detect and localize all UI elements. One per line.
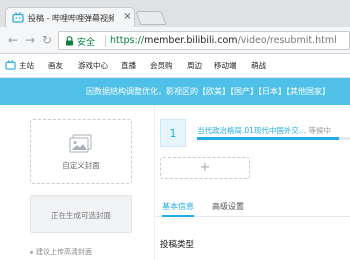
- site-nav: 主站 画友 游戏中心 直播 会员购 周边 移动端 萌战: [0, 54, 350, 78]
- upload-progress-bar: [197, 137, 350, 140]
- bilibili-home-icon[interactable]: [5, 60, 16, 70]
- submission-type-heading: 投稿类型: [160, 240, 195, 250]
- url-host: member.bilibili.com: [144, 35, 238, 46]
- nav-item-game-center[interactable]: 游戏中心: [78, 60, 108, 71]
- secure-label: 安全: [77, 38, 96, 48]
- reload-icon[interactable]: ↻: [40, 33, 54, 47]
- url-text: https://member.bilibili.com/video/resubm…: [110, 35, 337, 46]
- add-part-button[interactable]: +: [160, 157, 250, 179]
- generated-covers-box: 正在生成可选封面: [30, 195, 132, 233]
- address-divider: [105, 35, 106, 47]
- tab-close-icon[interactable]: ×: [122, 11, 133, 22]
- custom-cover-label: 自定义封面: [62, 161, 100, 170]
- cover-tip-text: 建议上传高清封面: [36, 248, 92, 256]
- url-path: /video/resubmit.html: [237, 35, 337, 46]
- nav-item-moe-battle[interactable]: 萌战: [251, 60, 266, 71]
- browser-toolbar: ← → ↻ 安全 https://member.bilibili.com/vid…: [0, 27, 350, 54]
- form-tabs: 基本信息 高级设置: [155, 197, 350, 217]
- lock-icon: [66, 36, 73, 46]
- upload-page: 自定义封面 正在生成可选封面 建议上传高清封面 1 当代政治格局.01现代中国外…: [0, 105, 350, 260]
- nav-item-main-site[interactable]: 主站: [19, 60, 34, 71]
- active-tab-indicator: [162, 215, 194, 217]
- part-info: 当代政治格局.01现代中国外交... 等候中: [197, 125, 331, 136]
- bullet-icon: [30, 250, 33, 254]
- generating-covers-label: 正在生成可选封面: [51, 211, 111, 220]
- url-protocol: https://: [110, 35, 145, 46]
- tab-advanced-settings[interactable]: 高级设置: [212, 201, 244, 212]
- image-upload-icon: [69, 134, 92, 153]
- part-status: 等候中: [308, 126, 331, 135]
- bilibili-tv-icon: [12, 12, 24, 23]
- cover-panel: 自定义封面 正在生成可选封面 建议上传高清封面: [0, 105, 154, 260]
- plus-icon: +: [199, 160, 211, 175]
- browser-tab-strip: 投稿 - 哔哩哔哩弹幕视频网 ×: [0, 0, 350, 28]
- part-number: 1: [169, 127, 177, 140]
- part-number-badge: 1: [160, 119, 186, 147]
- new-tab-button[interactable]: [135, 11, 167, 25]
- tab-basic-info[interactable]: 基本信息: [162, 201, 194, 212]
- part-name[interactable]: 当代政治格局.01现代中国外交...: [197, 126, 306, 135]
- notice-banner: 因数据结构调整优化，影视区的【欧美】【国产】【日本】【其他国家】: [0, 78, 350, 105]
- upload-progress-fill: [197, 137, 339, 140]
- nav-item-member-shop[interactable]: 会员购: [150, 60, 173, 71]
- nav-item-artists[interactable]: 画友: [48, 60, 63, 71]
- forward-arrow-icon[interactable]: →: [23, 33, 37, 47]
- back-arrow-icon[interactable]: ←: [6, 33, 20, 47]
- nav-item-merch[interactable]: 周边: [187, 60, 202, 71]
- browser-tab[interactable]: 投稿 - 哔哩哔哩弹幕视频网 ×: [5, 7, 135, 28]
- upload-panel: 1 当代政治格局.01现代中国外交... 等候中 + 基本信息 高级设置 投稿类…: [154, 105, 350, 260]
- browser-tab-title: 投稿 - 哔哩哔哩弹幕视频网: [28, 14, 114, 23]
- cover-tip: 建议上传高清封面: [30, 247, 92, 257]
- notice-text: 因数据结构调整优化，影视区的【欧美】【国产】【日本】【其他国家】: [86, 87, 330, 96]
- nav-item-mobile[interactable]: 移动端: [214, 60, 237, 71]
- nav-item-live[interactable]: 直播: [121, 60, 136, 71]
- address-bar[interactable]: 安全 https://member.bilibili.com/video/res…: [58, 31, 350, 50]
- custom-cover-button[interactable]: 自定义封面: [30, 119, 132, 184]
